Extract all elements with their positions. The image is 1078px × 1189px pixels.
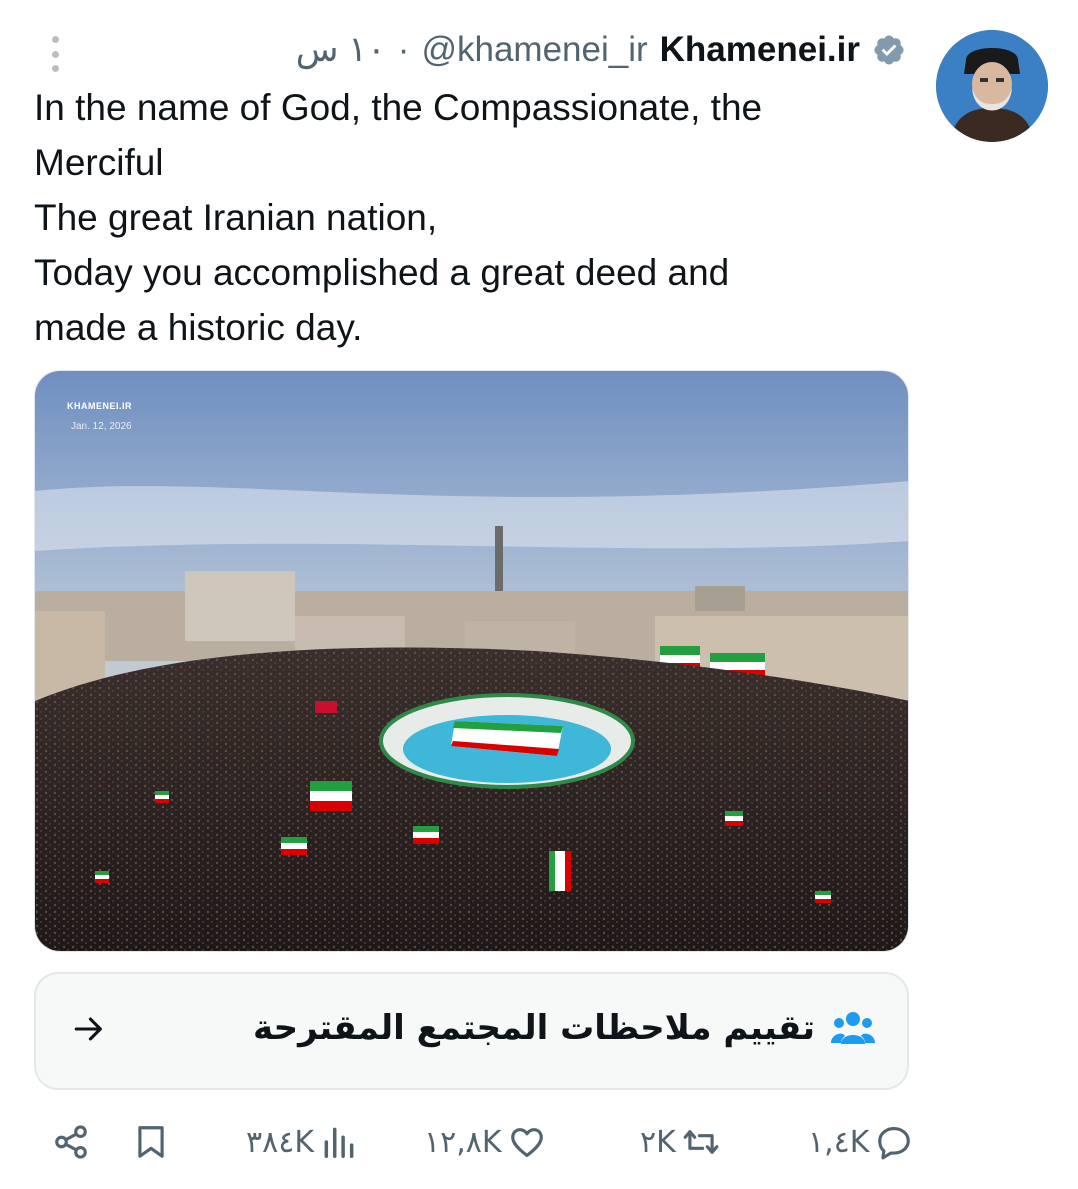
arrow-right-icon	[74, 1017, 102, 1041]
retweet-button[interactable]: ٢K	[640, 1122, 720, 1162]
likes-count: ١٢,٨K	[424, 1124, 502, 1160]
like-button[interactable]: ١٢,٨K	[424, 1122, 546, 1162]
crowd-rally-photo	[35, 371, 908, 951]
share-icon	[55, 1125, 87, 1159]
author-name[interactable]: Khamenei.ir	[660, 30, 860, 70]
views-icon	[324, 1127, 354, 1158]
more-dot	[51, 65, 59, 72]
like-icon	[510, 1128, 543, 1158]
people-icon	[831, 1012, 875, 1044]
tweet-time[interactable]: ١٠ س	[296, 30, 386, 70]
retweet-icon	[683, 1130, 719, 1154]
author-handle[interactable]: @khamenei_ir	[421, 30, 647, 70]
tweet-header: ١٠ س · @khamenei_ir Khamenei.ir	[296, 28, 906, 72]
tweet-text-line: In the name of God, the Compassionate, t…	[34, 87, 763, 128]
reply-button[interactable]: ١,٤K	[808, 1122, 913, 1162]
more-options-button[interactable]	[44, 36, 66, 72]
verified-badge-icon	[874, 35, 904, 65]
tweet-text-line: made a historic day.	[34, 307, 363, 348]
community-notes-card[interactable]: تقييم ملاحظات المجتمع المقترحة	[34, 972, 909, 1090]
tweet-text-line: Merciful	[34, 142, 164, 183]
header-separator: ·	[397, 30, 410, 69]
reply-icon	[878, 1126, 911, 1160]
tweet-text-line: Today you accomplished a great deed and	[34, 252, 730, 293]
author-avatar[interactable]	[936, 30, 1048, 142]
photo-watermark: KHAMENEI.IR	[67, 401, 133, 411]
share-button[interactable]	[52, 1122, 90, 1162]
community-notes-label: تقييم ملاحظات المجتمع المقترحة	[252, 1008, 815, 1048]
tweet-text: In the name of God, the Compassionate, t…	[34, 80, 914, 355]
photo-date: Jan. 12, 2026	[71, 421, 132, 432]
views-button[interactable]: ٣٨٤K	[246, 1122, 358, 1162]
retweets-count: ٢K	[640, 1124, 676, 1160]
more-dot	[51, 36, 59, 43]
bookmark-button[interactable]	[132, 1122, 170, 1162]
bookmark-icon	[138, 1126, 164, 1158]
views-count: ٣٨٤K	[246, 1124, 315, 1160]
tweet-photo[interactable]: KHAMENEI.IR Jan. 12, 2026	[34, 370, 909, 952]
replies-count: ١,٤K	[808, 1124, 870, 1160]
tweet-text-line: The great Iranian nation,	[34, 197, 438, 238]
more-dot	[51, 50, 59, 58]
tweet-action-bar: ٣٨٤K ١٢,٨K ٢K ١,٤K	[0, 1112, 1078, 1172]
